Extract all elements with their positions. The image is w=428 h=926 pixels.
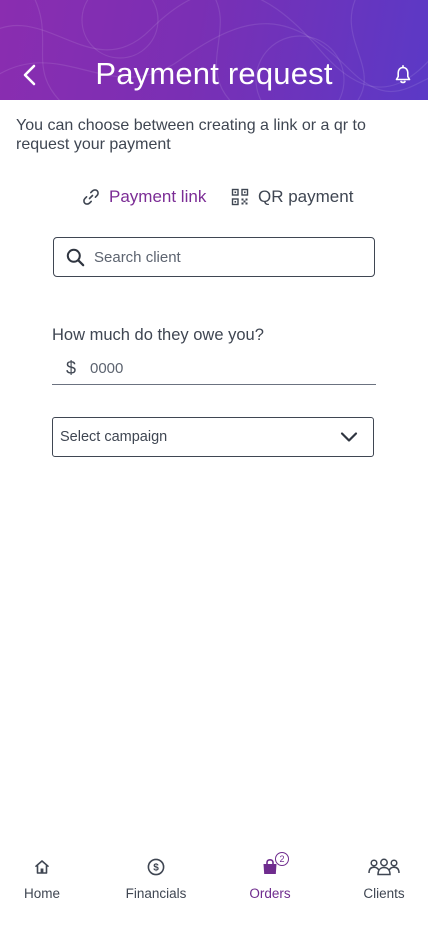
currency-symbol: $ [66,357,77,378]
dollar-circle-icon: $ [147,856,165,878]
tab-qr-payment-label: QR payment [258,187,354,206]
amount-input[interactable] [88,358,352,378]
nav-item-financials[interactable]: $ Financials [106,856,206,901]
shopping-bag-icon: 2 [261,852,289,878]
campaign-select[interactable]: Select campaign [52,417,374,457]
intro-text: You can choose between creating a link o… [16,117,366,153]
nav-item-clients[interactable]: Clients [334,856,428,901]
bottom-nav: Home $ Financials 2 Orders Clients [0,850,428,926]
nav-label-orders: Orders [249,886,291,901]
chevron-down-icon [339,427,359,447]
tab-payment-link-label: Payment link [109,187,207,206]
nav-label-financials: Financials [125,886,187,901]
search-client-field[interactable] [53,237,375,277]
nav-item-home[interactable]: Home [0,856,92,901]
tab-payment-link[interactable]: Payment link [81,185,206,209]
payment-type-tabs: Payment link QR payment [0,185,428,209]
bell-icon [395,65,411,84]
amount-label: How much do they owe you? [52,326,264,344]
svg-text:$: $ [153,863,159,874]
nav-label-home: Home [23,886,60,901]
users-icon [368,856,400,878]
orders-badge: 2 [275,852,289,866]
notifications-button[interactable] [392,64,414,86]
home-icon [34,856,50,878]
search-icon [64,246,86,268]
nav-item-orders[interactable]: 2 Orders [220,852,320,901]
app-header: Payment request [0,0,428,100]
tab-qr-payment[interactable]: QR payment [230,185,353,209]
search-client-input[interactable] [92,247,356,267]
qr-code-icon [230,187,250,207]
nav-label-clients: Clients [363,886,405,901]
link-icon [81,187,101,207]
campaign-select-value: Select campaign [60,429,168,445]
amount-field[interactable]: $ [52,352,376,385]
page-title: Payment request [95,56,333,91]
